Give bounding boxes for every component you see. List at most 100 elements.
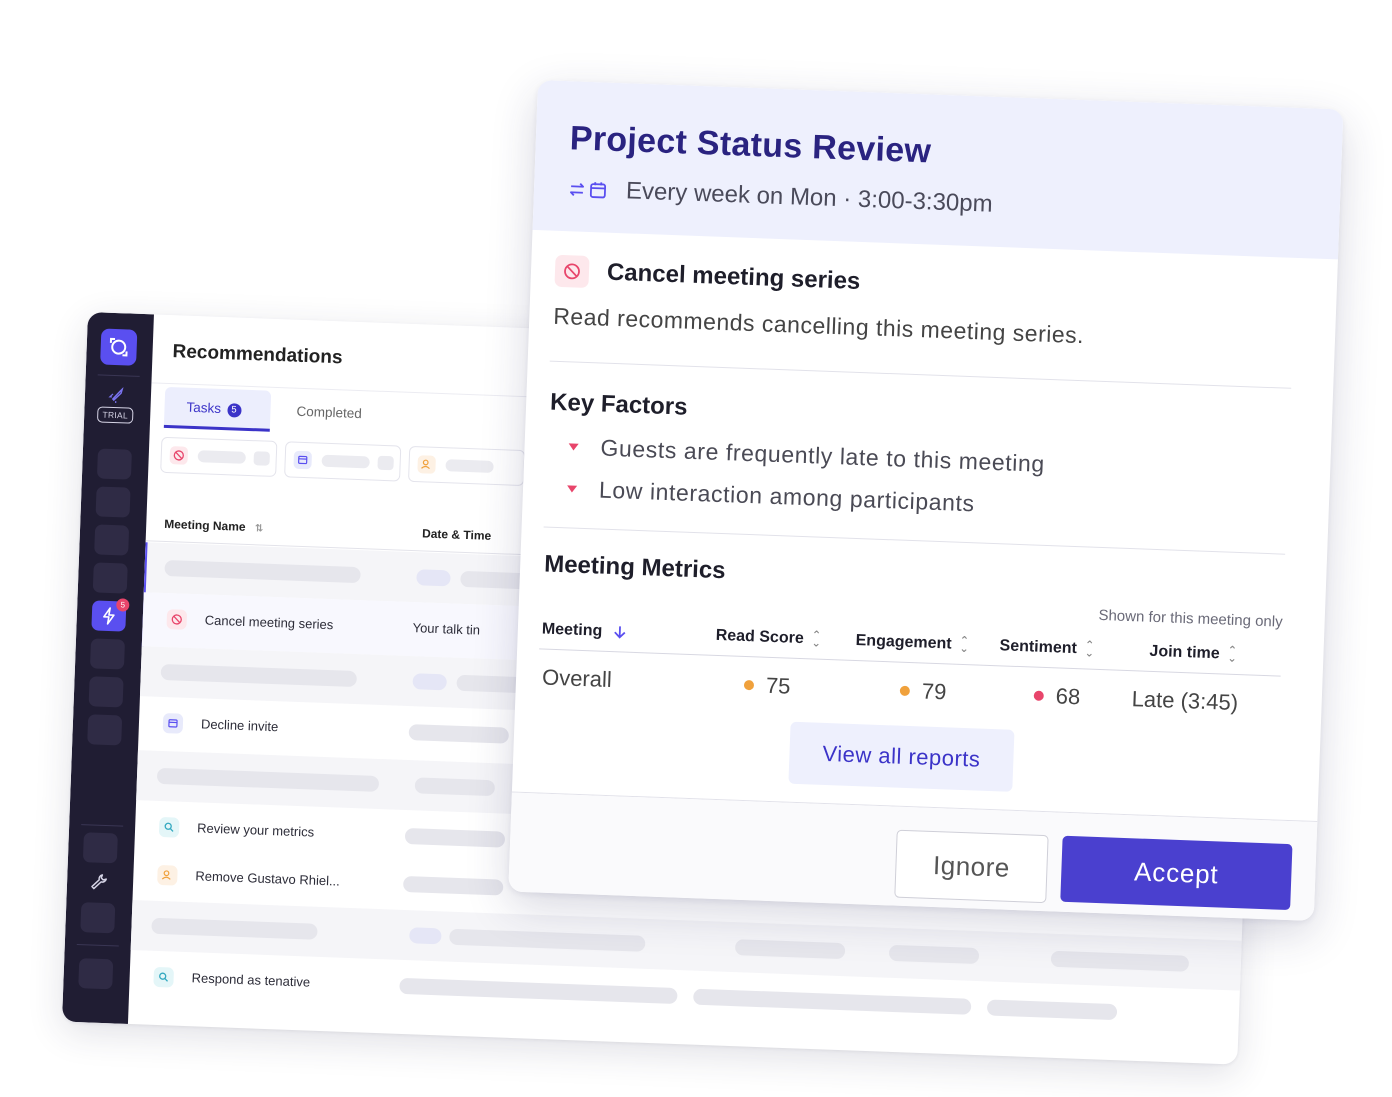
column-header-label: Engagement bbox=[855, 632, 952, 653]
placeholder bbox=[693, 988, 972, 1015]
sort-icon: ⌃ ⌄ bbox=[1084, 639, 1095, 660]
sidebar-item[interactable] bbox=[96, 448, 132, 480]
row-label: Cancel meeting series bbox=[204, 612, 334, 633]
column-header-read-score[interactable]: Read Score ⌃ ⌄ bbox=[715, 626, 821, 650]
placeholder bbox=[416, 569, 451, 587]
recurring-calendar-icon bbox=[568, 177, 613, 203]
key-factor-text: Low interaction among participants bbox=[598, 476, 976, 517]
placeholder bbox=[321, 454, 370, 469]
sidebar-item[interactable] bbox=[92, 562, 128, 594]
filter-chip[interactable] bbox=[407, 445, 526, 487]
cancel-icon bbox=[166, 609, 188, 630]
placeholder bbox=[1050, 950, 1190, 972]
sort-icon: ⌃ ⌄ bbox=[959, 634, 970, 656]
column-header-label: Sentiment bbox=[999, 637, 1078, 658]
key-factor-item: Low interaction among participants bbox=[566, 475, 976, 517]
metric-value: 75 bbox=[765, 672, 791, 699]
row-label: Respond as tenative bbox=[191, 970, 311, 990]
view-all-reports-button[interactable]: View all reports bbox=[788, 721, 1015, 792]
card-header bbox=[532, 80, 1344, 260]
sidebar-item-recommendations[interactable]: 5 bbox=[91, 598, 130, 632]
placeholder bbox=[399, 977, 678, 1005]
column-header-meeting-name[interactable]: Meeting Name ⇅ bbox=[164, 517, 264, 535]
placeholder bbox=[409, 927, 442, 945]
tab-count-badge: 5 bbox=[226, 403, 242, 418]
lightning-icon bbox=[103, 607, 115, 625]
metric-read-score: 75 bbox=[743, 672, 791, 700]
ignore-button[interactable]: Ignore bbox=[894, 829, 1049, 904]
placeholder bbox=[197, 450, 246, 464]
placeholder bbox=[156, 767, 380, 792]
metric-join-time: Late (3:45) bbox=[1131, 686, 1239, 716]
column-header-date-time[interactable]: Date & Time bbox=[422, 526, 492, 543]
divider bbox=[543, 526, 1286, 555]
sort-arrow-down-icon bbox=[614, 626, 626, 639]
sidebar-item[interactable] bbox=[80, 902, 116, 934]
rocket-icon[interactable] bbox=[107, 386, 128, 404]
tab-completed[interactable]: Completed bbox=[296, 404, 362, 421]
sidebar-item[interactable] bbox=[95, 486, 131, 518]
metric-value: 68 bbox=[1055, 683, 1081, 710]
sidebar-divider bbox=[76, 944, 119, 947]
caret-down-icon bbox=[568, 443, 579, 451]
caret-down-icon bbox=[566, 485, 578, 493]
status-dot bbox=[743, 679, 755, 691]
key-factors-heading: Key Factors bbox=[549, 388, 688, 421]
status-dot bbox=[899, 685, 911, 697]
search-icon bbox=[153, 966, 175, 988]
placeholder bbox=[151, 917, 318, 940]
sidebar-item[interactable] bbox=[94, 524, 130, 556]
sidebar-item[interactable] bbox=[88, 676, 124, 708]
sidebar-divider bbox=[81, 824, 124, 827]
placeholder bbox=[404, 827, 506, 848]
metric-value: 79 bbox=[921, 678, 947, 705]
search-icon bbox=[158, 816, 180, 838]
logo-icon bbox=[109, 337, 128, 357]
placeholder bbox=[408, 724, 510, 744]
user-icon bbox=[157, 864, 178, 886]
placeholder bbox=[160, 663, 358, 688]
filter-chip[interactable] bbox=[160, 436, 278, 478]
user-icon bbox=[417, 455, 436, 474]
metrics-note: Shown for this meeting only bbox=[1098, 606, 1283, 631]
metric-engagement: 79 bbox=[899, 678, 947, 706]
row-label: Decline invite bbox=[200, 716, 279, 735]
placeholder bbox=[402, 875, 504, 896]
row-label: Remove Gustavo Rhiel... bbox=[195, 868, 341, 889]
app-logo[interactable] bbox=[100, 328, 138, 366]
notification-badge: 5 bbox=[116, 598, 130, 612]
placeholder bbox=[412, 673, 447, 691]
placeholder bbox=[986, 999, 1118, 1021]
key-factor-text: Guests are frequently late to this meeti… bbox=[600, 434, 1046, 477]
wrench-icon[interactable] bbox=[90, 872, 109, 891]
column-header-join-time[interactable]: Join time ⌃ ⌄ bbox=[1149, 642, 1238, 665]
trial-badge: TRIAL bbox=[96, 406, 134, 424]
status-dot bbox=[1033, 690, 1044, 701]
action-title: Cancel meeting series bbox=[606, 258, 861, 295]
action-description: Read recommends cancelling this meeting … bbox=[552, 302, 1085, 349]
placeholder bbox=[445, 459, 494, 473]
row-label: Review your metrics bbox=[196, 820, 315, 840]
sidebar-item[interactable] bbox=[87, 714, 123, 746]
accept-button[interactable]: Accept bbox=[1060, 835, 1293, 911]
column-header-meeting[interactable]: Meeting bbox=[542, 621, 629, 642]
placeholder bbox=[164, 559, 361, 584]
sidebar-item[interactable] bbox=[78, 958, 114, 990]
column-header-engagement[interactable]: Engagement ⌃ ⌄ bbox=[855, 632, 970, 656]
key-factor-item: Guests are frequently late to this meeti… bbox=[568, 433, 1045, 477]
column-header-sentiment[interactable]: Sentiment ⌃ ⌄ bbox=[999, 637, 1095, 660]
column-header-label: Read Score bbox=[715, 626, 805, 648]
sidebar-item[interactable] bbox=[89, 638, 126, 670]
tab-tasks[interactable]: Tasks 5 bbox=[186, 400, 242, 418]
filter-chip[interactable] bbox=[284, 441, 402, 482]
placeholder bbox=[377, 455, 394, 471]
metric-sentiment: 68 bbox=[1033, 683, 1081, 711]
recommendation-detail-card: Project Status Review Every week on Mon … bbox=[508, 80, 1344, 921]
sort-icon: ⇅ bbox=[254, 523, 264, 535]
sidebar-item[interactable] bbox=[82, 832, 118, 864]
column-header-label: Join time bbox=[1149, 642, 1220, 663]
placeholder bbox=[888, 944, 980, 965]
divider bbox=[549, 360, 1292, 389]
cancel-icon bbox=[554, 254, 590, 288]
sort-icon: ⌃ ⌄ bbox=[1227, 644, 1238, 665]
